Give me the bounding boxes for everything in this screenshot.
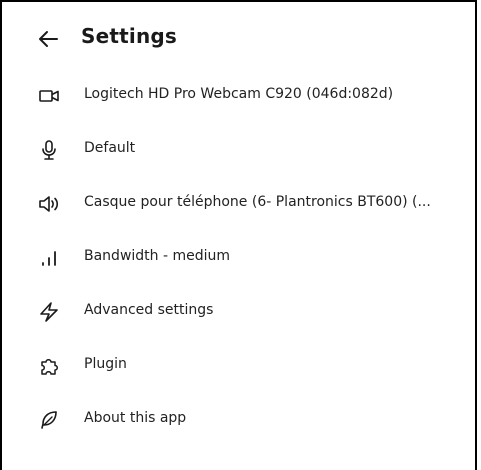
menu-item-label: Logitech HD Pro Webcam C920 (046d:082d): [84, 86, 394, 102]
settings-menu: Logitech HD Pro Webcam C920 (046d:082d) …: [2, 68, 475, 446]
menu-item-label: Default: [84, 140, 136, 156]
menu-item-bandwidth[interactable]: Bandwidth - medium: [2, 230, 475, 284]
settings-panel: Settings Logitech HD Pro Webcam C920 (04…: [0, 0, 477, 470]
menu-item-label: About this app: [84, 410, 187, 426]
settings-header: Settings: [2, 16, 475, 66]
menu-item-label: Plugin: [84, 356, 127, 372]
menu-item-label: Casque pour téléphone (6- Plantronics BT…: [84, 194, 431, 210]
feather-icon: [38, 409, 60, 431]
menu-item-speaker[interactable]: Casque pour téléphone (6- Plantronics BT…: [2, 176, 475, 230]
back-button[interactable]: [35, 26, 61, 52]
speaker-icon: [38, 193, 60, 215]
microphone-icon: [38, 139, 60, 161]
menu-item-label: Bandwidth - medium: [84, 248, 231, 264]
menu-item-label: Advanced settings: [84, 302, 214, 318]
puzzle-icon: [38, 355, 60, 377]
lightning-icon: [38, 301, 60, 323]
menu-item-about[interactable]: About this app: [2, 392, 475, 446]
page-title: Settings: [81, 24, 178, 48]
video-camera-icon: [38, 85, 60, 107]
menu-item-plugin[interactable]: Plugin: [2, 338, 475, 392]
menu-item-camera[interactable]: Logitech HD Pro Webcam C920 (046d:082d): [2, 68, 475, 122]
arrow-left-icon: [37, 28, 59, 50]
menu-item-advanced-settings[interactable]: Advanced settings: [2, 284, 475, 338]
signal-bars-icon: [38, 247, 60, 269]
menu-item-microphone[interactable]: Default: [2, 122, 475, 176]
